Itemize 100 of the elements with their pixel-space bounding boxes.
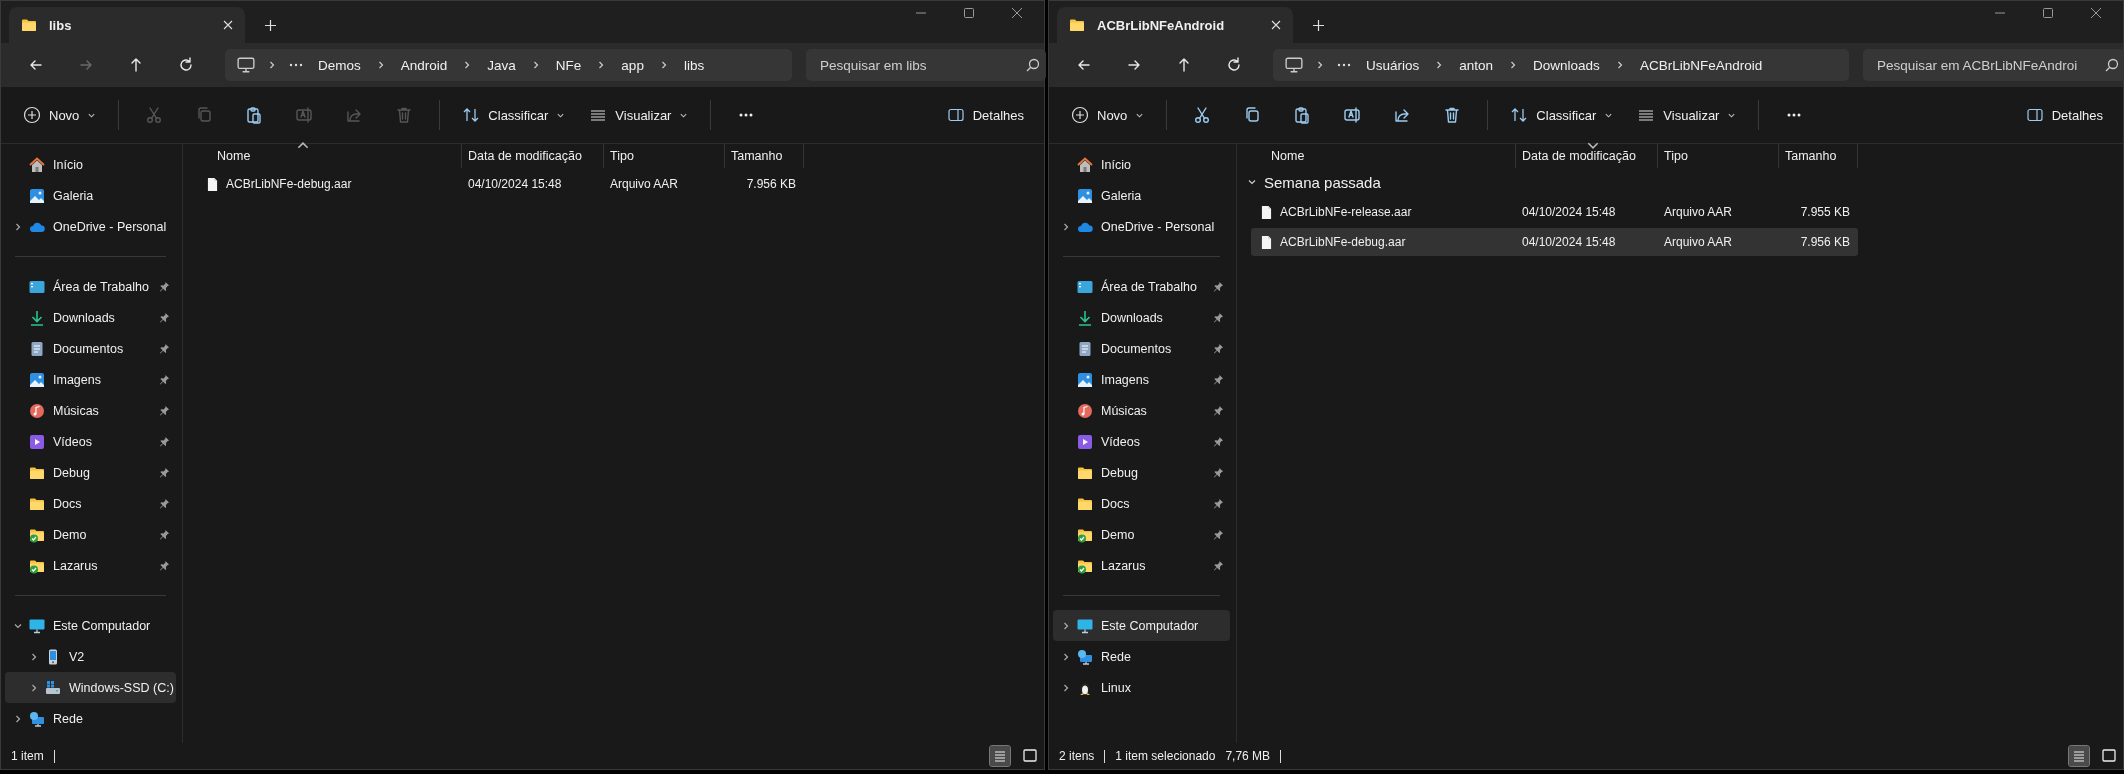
- sidebar-label: Documentos: [1101, 341, 1173, 356]
- breadcrumb-item[interactable]: NFe: [552, 57, 585, 73]
- sidebar-item[interactable]: Vídeos: [5, 426, 176, 457]
- monitor-icon: [1285, 56, 1303, 74]
- chevron-right-icon[interactable]: [1061, 682, 1071, 693]
- date-cell-text: 04/10/2024 15:48: [1521, 205, 1617, 219]
- sidebar-item[interactable]: Imagens: [5, 364, 176, 395]
- details-button[interactable]: Detalhes: [938, 100, 1032, 130]
- chevron-right-icon[interactable]: [13, 713, 23, 724]
- view-button[interactable]: Visualizar: [581, 100, 697, 130]
- new-button[interactable]: Novo: [15, 100, 105, 130]
- download-icon: [1077, 309, 1093, 326]
- sidebar-item[interactable]: Músicas: [5, 395, 176, 426]
- maximize-icon[interactable]: [2043, 8, 2053, 18]
- column-header[interactable]: Data de modificação: [1516, 144, 1658, 168]
- breadcrumb-item[interactable]: libs: [680, 57, 708, 73]
- details-view-icon[interactable]: [990, 746, 1010, 766]
- sidebar-item[interactable]: Documentos: [5, 333, 176, 364]
- chevron-right-icon[interactable]: [1061, 620, 1071, 631]
- sidebar-label: Linux: [1101, 680, 1132, 695]
- file-row[interactable]: ACBrLibNFe-release.aar 04/10/2024 15:48 Arquivo AAR 7.955 KB: [1251, 198, 1858, 226]
- sidebar-item[interactable]: Músicas: [1053, 395, 1230, 426]
- column-header[interactable]: Data de modificação: [462, 144, 604, 168]
- sidebar-item[interactable]: Lazarus: [1053, 550, 1230, 581]
- sidebar-item[interactable]: Docs: [5, 488, 176, 519]
- sidebar-item[interactable]: Linux: [1053, 672, 1230, 703]
- sidebar-label: Documentos: [53, 341, 125, 356]
- sidebar-item[interactable]: Demo: [1053, 519, 1230, 550]
- more-icon[interactable]: [289, 63, 303, 67]
- chevron-right-icon[interactable]: [29, 682, 39, 693]
- column-header[interactable]: Nome: [187, 144, 462, 168]
- sidebar-item[interactable]: OneDrive - Personal: [5, 211, 176, 242]
- sidebar-item[interactable]: Este Computador: [1053, 610, 1230, 641]
- sidebar-item[interactable]: Downloads: [5, 302, 176, 333]
- address-bar[interactable]: Demos Android Java NFe app libs: [225, 49, 792, 81]
- sidebar-label: Vídeos: [1101, 434, 1141, 449]
- sidebar-label: Lazarus: [53, 558, 99, 573]
- sidebar-item[interactable]: Rede: [1053, 641, 1230, 672]
- details-button[interactable]: Detalhes: [2017, 100, 2111, 130]
- sidebar-item[interactable]: Galeria: [5, 180, 176, 211]
- sort-button[interactable]: Classificar: [1502, 100, 1622, 130]
- new-button[interactable]: Novo: [1063, 100, 1153, 130]
- chevron-right-icon[interactable]: [1061, 651, 1071, 662]
- column-header[interactable]: Tipo: [1658, 144, 1779, 168]
- status-text: 1 item selecionado: [1115, 749, 1216, 763]
- sidebar-item[interactable]: Debug: [1053, 457, 1230, 488]
- sidebar-item[interactable]: Imagens: [1053, 364, 1230, 395]
- search-icon: [1026, 58, 1040, 72]
- network-icon: [29, 710, 45, 727]
- window-tab[interactable]: ACBrLibNFeAndroid: [1057, 7, 1293, 43]
- search-field[interactable]: Pesquisar em libs: [806, 49, 1046, 81]
- add-tab-icon[interactable]: [1313, 20, 1324, 31]
- search-field[interactable]: Pesquisar em ACBrLibNFeAndroi: [1863, 49, 2124, 81]
- sidebar-item[interactable]: Este Computador: [5, 610, 176, 641]
- sidebar-item[interactable]: Área de Trabalho: [1053, 271, 1230, 302]
- breadcrumb-item[interactable]: ACBrLibNFeAndroid: [1636, 57, 1766, 73]
- sidebar-item[interactable]: Debug: [5, 457, 176, 488]
- chevron-right-icon[interactable]: [1061, 221, 1071, 232]
- close-icon[interactable]: [1012, 8, 1022, 18]
- more-icon[interactable]: [1337, 63, 1351, 67]
- sidebar-item[interactable]: Documentos: [1053, 333, 1230, 364]
- sidebar-item[interactable]: Início: [1053, 149, 1230, 180]
- sidebar-item[interactable]: V2: [5, 641, 176, 672]
- sidebar-item[interactable]: Início: [5, 149, 176, 180]
- sidebar-item[interactable]: Galeria: [1053, 180, 1230, 211]
- column-header[interactable]: Tipo: [604, 144, 725, 168]
- chevron-right-icon[interactable]: [13, 221, 23, 232]
- close-icon[interactable]: [2091, 8, 2101, 18]
- breadcrumb-item[interactable]: Demos: [315, 57, 364, 73]
- sidebar-item[interactable]: Vídeos: [1053, 426, 1230, 457]
- address-bar[interactable]: Usuários anton Downloads ACBrLibNFeAndroid: [1273, 49, 1849, 81]
- file-row[interactable]: ACBrLibNFe-debug.aar 04/10/2024 15:48 Arquivo AAR 7.956 KB: [187, 170, 804, 198]
- download-icon: [29, 309, 45, 326]
- sidebar-item[interactable]: Demo: [5, 519, 176, 550]
- sidebar-item[interactable]: OneDrive - Personal: [1053, 211, 1230, 242]
- sidebar-item[interactable]: Lazarus: [5, 550, 176, 581]
- sidebar-item[interactable]: Windows-SSD (C:): [5, 672, 176, 703]
- sidebar-label: Lazarus: [1101, 558, 1147, 573]
- details-view-icon[interactable]: [2069, 746, 2089, 766]
- breadcrumb-item[interactable]: anton: [1456, 57, 1497, 73]
- sort-button[interactable]: Classificar: [454, 100, 574, 130]
- column-header[interactable]: Tamanho: [725, 144, 804, 168]
- breadcrumb-item[interactable]: Usuários: [1363, 57, 1423, 73]
- maximize-icon[interactable]: [964, 8, 974, 18]
- breadcrumb-item[interactable]: app: [618, 57, 647, 73]
- column-header[interactable]: Nome: [1241, 144, 1516, 168]
- breadcrumb-item[interactable]: Java: [484, 57, 519, 73]
- window-tab[interactable]: libs: [9, 7, 245, 43]
- sidebar-item[interactable]: Downloads: [1053, 302, 1230, 333]
- chevron-right-icon[interactable]: [29, 651, 39, 662]
- breadcrumb-item[interactable]: Android: [397, 57, 451, 73]
- sidebar-item[interactable]: Docs: [1053, 488, 1230, 519]
- group-header[interactable]: Semana passada: [1241, 168, 2123, 196]
- view-button[interactable]: Visualizar: [1629, 100, 1745, 130]
- breadcrumb-item[interactable]: Downloads: [1530, 57, 1603, 73]
- sidebar-item[interactable]: Área de Trabalho: [5, 271, 176, 302]
- file-row[interactable]: ACBrLibNFe-debug.aar 04/10/2024 15:48 Arquivo AAR 7.956 KB: [1251, 228, 1858, 256]
- column-header[interactable]: Tamanho: [1779, 144, 1858, 168]
- add-tab-icon[interactable]: [265, 20, 276, 31]
- sidebar-item[interactable]: Rede: [5, 703, 176, 734]
